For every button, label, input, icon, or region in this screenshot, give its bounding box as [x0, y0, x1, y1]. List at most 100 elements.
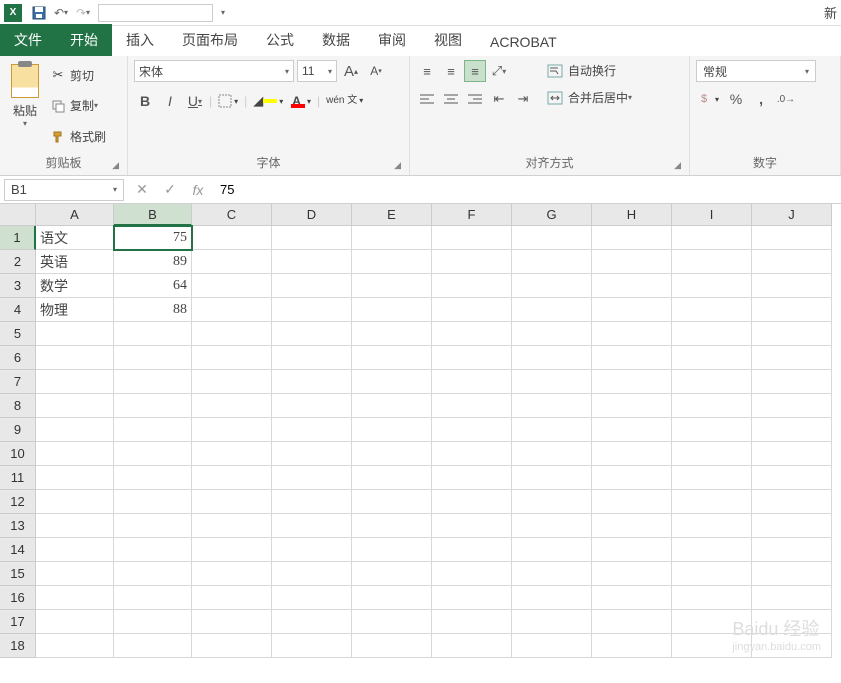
cell-F14[interactable] [432, 538, 512, 562]
cell-C16[interactable] [192, 586, 272, 610]
cell-G8[interactable] [512, 394, 592, 418]
cell-C17[interactable] [192, 610, 272, 634]
column-header-C[interactable]: C [192, 204, 272, 226]
copy-button[interactable]: 复制 ▾ [48, 95, 108, 116]
cell-G17[interactable] [512, 610, 592, 634]
cell-J1[interactable] [752, 226, 832, 250]
cell-D18[interactable] [272, 634, 352, 658]
select-all-corner[interactable] [0, 204, 36, 226]
cell-F3[interactable] [432, 274, 512, 298]
font-launcher[interactable]: ◢ [394, 160, 401, 171]
cell-G4[interactable] [512, 298, 592, 322]
column-header-F[interactable]: F [432, 204, 512, 226]
cell-B15[interactable] [114, 562, 192, 586]
cell-I16[interactable] [672, 586, 752, 610]
cell-F12[interactable] [432, 490, 512, 514]
cell-G2[interactable] [512, 250, 592, 274]
cell-G12[interactable] [512, 490, 592, 514]
cell-D2[interactable] [272, 250, 352, 274]
column-header-A[interactable]: A [36, 204, 114, 226]
tab-acrobat[interactable]: ACROBAT [476, 28, 571, 56]
cell-G1[interactable] [512, 226, 592, 250]
cell-C4[interactable] [192, 298, 272, 322]
column-header-J[interactable]: J [752, 204, 832, 226]
row-header-8[interactable]: 8 [0, 394, 36, 418]
cell-A14[interactable] [36, 538, 114, 562]
cell-F17[interactable] [432, 610, 512, 634]
align-bottom-button[interactable]: ≡ [464, 60, 486, 82]
increase-font-button[interactable]: A▴ [340, 60, 362, 82]
cell-C9[interactable] [192, 418, 272, 442]
cell-F10[interactable] [432, 442, 512, 466]
cell-I6[interactable] [672, 346, 752, 370]
cell-H2[interactable] [592, 250, 672, 274]
cell-B18[interactable] [114, 634, 192, 658]
column-header-D[interactable]: D [272, 204, 352, 226]
row-header-12[interactable]: 12 [0, 490, 36, 514]
cell-F9[interactable] [432, 418, 512, 442]
align-top-button[interactable]: ≡ [416, 60, 438, 82]
cell-H1[interactable] [592, 226, 672, 250]
row-header-14[interactable]: 14 [0, 538, 36, 562]
cell-A12[interactable] [36, 490, 114, 514]
cell-A10[interactable] [36, 442, 114, 466]
cell-C10[interactable] [192, 442, 272, 466]
formula-input[interactable] [212, 179, 841, 201]
cell-C1[interactable] [192, 226, 272, 250]
cell-H18[interactable] [592, 634, 672, 658]
cell-E16[interactable] [352, 586, 432, 610]
cell-C6[interactable] [192, 346, 272, 370]
cell-F8[interactable] [432, 394, 512, 418]
cell-J11[interactable] [752, 466, 832, 490]
cell-J9[interactable] [752, 418, 832, 442]
cell-I17[interactable] [672, 610, 752, 634]
tab-page-layout[interactable]: 页面布局 [168, 24, 252, 56]
cell-D1[interactable] [272, 226, 352, 250]
tab-home[interactable]: 开始 [56, 24, 112, 56]
cell-E4[interactable] [352, 298, 432, 322]
cell-B8[interactable] [114, 394, 192, 418]
tab-review[interactable]: 审阅 [364, 24, 420, 56]
row-header-5[interactable]: 5 [0, 322, 36, 346]
column-header-G[interactable]: G [512, 204, 592, 226]
row-header-16[interactable]: 16 [0, 586, 36, 610]
cell-H4[interactable] [592, 298, 672, 322]
tab-data[interactable]: 数据 [308, 24, 364, 56]
cell-G9[interactable] [512, 418, 592, 442]
cell-A3[interactable]: 数学 [36, 274, 114, 298]
cell-G13[interactable] [512, 514, 592, 538]
cell-E6[interactable] [352, 346, 432, 370]
cell-C8[interactable] [192, 394, 272, 418]
cell-I11[interactable] [672, 466, 752, 490]
cell-J2[interactable] [752, 250, 832, 274]
cell-B12[interactable] [114, 490, 192, 514]
cell-I13[interactable] [672, 514, 752, 538]
cell-E17[interactable] [352, 610, 432, 634]
row-header-13[interactable]: 13 [0, 514, 36, 538]
cell-G16[interactable] [512, 586, 592, 610]
cell-H10[interactable] [592, 442, 672, 466]
cell-I10[interactable] [672, 442, 752, 466]
phonetic-button[interactable]: wén 文▾ [323, 90, 366, 112]
cell-C5[interactable] [192, 322, 272, 346]
cell-F5[interactable] [432, 322, 512, 346]
cell-F16[interactable] [432, 586, 512, 610]
cell-H6[interactable] [592, 346, 672, 370]
redo-button[interactable]: ↷▾ [72, 2, 94, 24]
cell-I9[interactable] [672, 418, 752, 442]
cell-J16[interactable] [752, 586, 832, 610]
cell-F18[interactable] [432, 634, 512, 658]
row-header-3[interactable]: 3 [0, 274, 36, 298]
cell-I12[interactable] [672, 490, 752, 514]
increase-indent-button[interactable]: ⇥ [512, 88, 534, 110]
cell-J10[interactable] [752, 442, 832, 466]
column-header-I[interactable]: I [672, 204, 752, 226]
cell-D13[interactable] [272, 514, 352, 538]
cell-H5[interactable] [592, 322, 672, 346]
cell-G15[interactable] [512, 562, 592, 586]
cell-J6[interactable] [752, 346, 832, 370]
paste-button[interactable]: 粘贴 ▾ [6, 60, 44, 152]
cell-E9[interactable] [352, 418, 432, 442]
wrap-text-button[interactable]: 自动换行 [542, 60, 636, 81]
tab-view[interactable]: 视图 [420, 24, 476, 56]
